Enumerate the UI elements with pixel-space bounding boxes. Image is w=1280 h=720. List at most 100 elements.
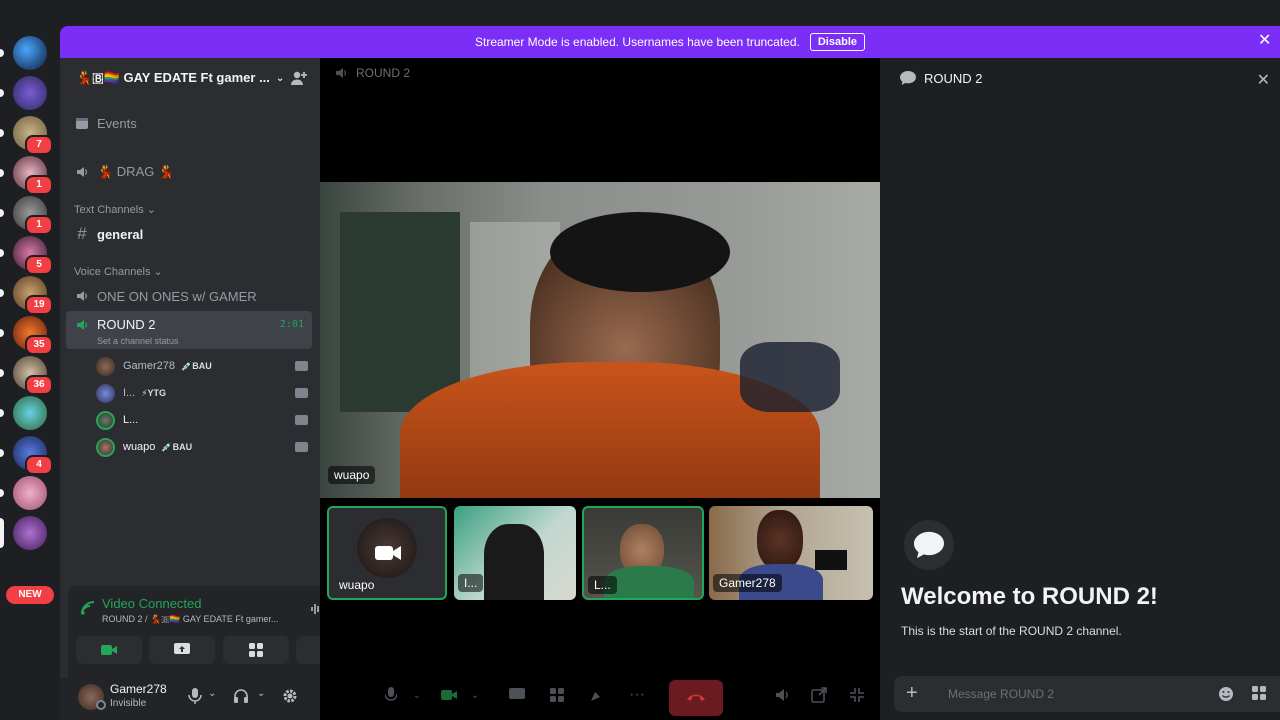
calendar-icon bbox=[74, 115, 90, 131]
member-tag: 💉BAU bbox=[180, 360, 212, 371]
camera-off-icon bbox=[375, 546, 401, 560]
video-camera-icon bbox=[441, 690, 457, 700]
guild-header[interactable]: 💃🇧🏳️‍🌈 GAY EDATE Ft gamer ... ⌄ bbox=[60, 58, 320, 98]
activities-icon bbox=[249, 643, 263, 657]
unread-badge: 35 bbox=[25, 335, 53, 355]
channel-label: 💃 DRAG 💃 bbox=[97, 164, 175, 179]
stage-header: ROUND 2 bbox=[334, 66, 410, 80]
headphones-icon[interactable] bbox=[233, 688, 249, 704]
chat-panel: ROUND 2 ✕ Welcome to ROUND 2! This is th… bbox=[880, 58, 1280, 720]
chat-header: ROUND 2 bbox=[880, 58, 1280, 98]
server-icon[interactable]: 4 bbox=[0, 436, 53, 475]
voice-channel-round2[interactable]: ROUND 2 2:01 Set a channel status bbox=[66, 311, 312, 349]
avatar bbox=[96, 437, 115, 457]
events-item[interactable]: Events bbox=[66, 109, 312, 137]
close-icon[interactable]: ✕ bbox=[1257, 70, 1270, 90]
channel-status[interactable]: Set a channel status bbox=[97, 336, 179, 346]
soundboard-button[interactable] bbox=[586, 684, 608, 706]
voice-status[interactable]: Video Connected bbox=[102, 596, 202, 611]
signal-icon[interactable] bbox=[80, 600, 96, 616]
video-icon bbox=[295, 388, 308, 398]
emoji-icon[interactable] bbox=[1218, 686, 1234, 702]
voice-location[interactable]: ROUND 2 / 💃🇧🏳️‍🌈 GAY EDATE Ft gamer... bbox=[102, 614, 302, 625]
more-options-icon[interactable]: ··· bbox=[626, 684, 648, 706]
screen-share-button[interactable] bbox=[506, 684, 528, 706]
server-icon[interactable] bbox=[0, 36, 47, 70]
fullscreen-button[interactable] bbox=[846, 684, 868, 706]
speaker-icon bbox=[74, 164, 90, 180]
user-status: Invisible bbox=[110, 698, 147, 709]
camera-button[interactable] bbox=[438, 684, 460, 706]
main-video-feed[interactable]: wuapo bbox=[320, 182, 880, 498]
person bbox=[484, 524, 544, 600]
activities-button[interactable] bbox=[223, 636, 289, 664]
server-icon[interactable]: 5 bbox=[0, 236, 53, 275]
video-tile[interactable]: L... bbox=[582, 506, 704, 600]
screen-share-button[interactable] bbox=[149, 636, 215, 664]
server-icon[interactable]: 36 bbox=[0, 356, 53, 395]
voice-member[interactable]: Gamer278 💉BAU bbox=[96, 355, 308, 377]
category-voice-channels[interactable]: Voice Channels ⌄ bbox=[74, 265, 163, 278]
chevron-down-icon[interactable]: ⌄ bbox=[464, 684, 486, 706]
invisible-status-icon bbox=[96, 700, 106, 710]
new-pill[interactable]: NEW bbox=[6, 586, 54, 604]
member-name: Gamer278 bbox=[123, 360, 175, 372]
server-icon[interactable]: 35 bbox=[0, 316, 53, 355]
voice-member[interactable]: L... bbox=[96, 409, 308, 431]
server-icon[interactable] bbox=[0, 76, 47, 110]
video-stage: ROUND 2 wuapo wuapo I... L... Gamer278 ⌄… bbox=[320, 58, 880, 720]
chevron-down-icon[interactable]: ⌄ bbox=[406, 684, 428, 706]
camera-button[interactable] bbox=[76, 636, 142, 664]
video-icon bbox=[295, 442, 308, 452]
voice-member[interactable]: wuapo 💉BAU bbox=[96, 436, 308, 458]
voice-channel-drag[interactable]: 💃 DRAG 💃 bbox=[66, 158, 312, 186]
video-name-tag: wuapo bbox=[328, 466, 376, 484]
server-icon[interactable] bbox=[0, 516, 47, 550]
server-icon[interactable] bbox=[0, 396, 47, 430]
chevron-down-icon[interactable]: ⌄ bbox=[208, 688, 216, 699]
person-hair bbox=[550, 212, 730, 292]
video-tile[interactable]: I... bbox=[454, 506, 576, 600]
video-tile[interactable]: wuapo bbox=[327, 506, 447, 600]
gear-icon[interactable] bbox=[282, 688, 298, 704]
chevron-down-icon[interactable]: ⌄ bbox=[257, 688, 265, 699]
video-name-tag: Gamer278 bbox=[713, 574, 782, 592]
chat-bubble-icon bbox=[914, 531, 944, 559]
video-icon bbox=[295, 415, 308, 425]
member-name: I... bbox=[123, 387, 136, 399]
message-input[interactable] bbox=[948, 684, 1188, 704]
unread-badge: 1 bbox=[25, 215, 53, 235]
video-icon bbox=[295, 361, 308, 371]
call-controls: ⌄ ⌄ ··· bbox=[320, 670, 880, 720]
category-label: Text Channels bbox=[74, 204, 144, 216]
server-icon[interactable]: 7 bbox=[0, 116, 53, 155]
add-attachment-icon[interactable]: + bbox=[906, 682, 918, 704]
mute-button[interactable] bbox=[380, 684, 402, 706]
disable-button[interactable]: Disable bbox=[809, 33, 865, 51]
server-icon[interactable]: 19 bbox=[0, 276, 53, 315]
hang-up-button[interactable] bbox=[669, 680, 723, 716]
pop-out-button[interactable] bbox=[808, 684, 830, 706]
speaker-icon bbox=[74, 317, 90, 333]
microphone-icon[interactable] bbox=[188, 688, 202, 704]
collapse-icon bbox=[850, 688, 864, 702]
speaker-icon bbox=[776, 689, 788, 701]
category-text-channels[interactable]: Text Channels ⌄ bbox=[74, 203, 156, 216]
voice-member[interactable]: I... ⚡YTG bbox=[96, 382, 308, 404]
channel-label: general bbox=[97, 226, 144, 242]
video-name-tag: I... bbox=[458, 574, 484, 592]
video-camera-icon bbox=[101, 645, 117, 655]
video-tile[interactable]: Gamer278 bbox=[709, 506, 873, 600]
close-icon[interactable]: ✕ bbox=[1258, 33, 1272, 49]
video-name-tag: wuapo bbox=[339, 578, 375, 592]
text-channel-general[interactable]: # general bbox=[66, 220, 312, 248]
server-icon[interactable] bbox=[0, 476, 47, 510]
apps-icon[interactable] bbox=[1252, 686, 1266, 700]
activities-button[interactable] bbox=[546, 684, 568, 706]
server-icon[interactable]: 1 bbox=[0, 196, 53, 235]
invite-icon[interactable] bbox=[290, 69, 308, 87]
voice-channel-one-on-ones[interactable]: ONE ON ONES w/ GAMER bbox=[66, 282, 312, 310]
server-icon[interactable]: 1 bbox=[0, 156, 53, 195]
volume-button[interactable] bbox=[772, 684, 794, 706]
username[interactable]: Gamer278 bbox=[110, 682, 167, 696]
